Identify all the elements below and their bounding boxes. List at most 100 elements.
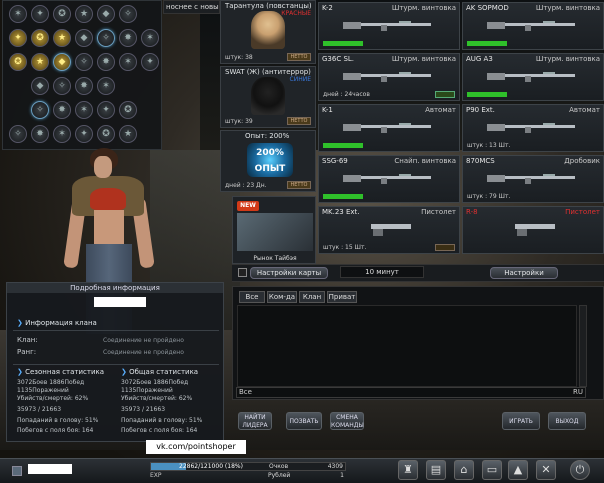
find-leader-button[interactable]: НАЙТИ ЛИДЕРА bbox=[238, 412, 272, 430]
weapon-card[interactable]: SSG-69 Снайп. винтовка bbox=[318, 155, 460, 203]
medal-icon[interactable]: ✶ bbox=[53, 125, 71, 143]
weapon-name: R-8 bbox=[466, 208, 478, 216]
rank-icon bbox=[12, 466, 22, 476]
xp-boost-card[interactable]: Опыт: 200% 200% ОПЫТ дней : 23 Дн. НЕТТО bbox=[220, 130, 316, 192]
play-button[interactable]: ИГРАТЬ bbox=[502, 412, 540, 430]
map-settings-checkbox[interactable] bbox=[238, 268, 247, 277]
character-price-button[interactable]: НЕТТО bbox=[287, 117, 311, 125]
medal-icon[interactable]: ✦ bbox=[141, 53, 159, 71]
season-games: 3072Боев 1886Побед bbox=[17, 379, 85, 386]
change-team-button[interactable]: СМЕНА КОМАНДЫ bbox=[330, 412, 364, 430]
total-stats-heading: ❯ Общая статистика bbox=[121, 368, 199, 376]
clan-info-heading: ❯ Информация клана bbox=[17, 319, 97, 327]
medal-icon[interactable]: ✦ bbox=[75, 125, 93, 143]
room-settings-button[interactable]: Настройки bbox=[490, 267, 558, 279]
weapon-card[interactable]: P90 Ext. Автомат штук : 13 Шт. bbox=[462, 104, 604, 152]
weapon-icon bbox=[343, 174, 431, 184]
medal-icon[interactable]: ✶ bbox=[9, 5, 27, 23]
medal-icon[interactable]: ◆ bbox=[53, 53, 71, 71]
medal-icon[interactable]: ★ bbox=[75, 5, 93, 23]
weapon-type: Штурм. винтовка bbox=[391, 55, 456, 63]
medal-icon[interactable]: ◆ bbox=[97, 5, 115, 23]
medal-icon[interactable]: ✶ bbox=[119, 53, 137, 71]
medal-icon[interactable]: ✦ bbox=[97, 101, 115, 119]
gift-icon[interactable]: ▲ bbox=[508, 460, 528, 480]
durability-bar bbox=[323, 41, 363, 46]
medal-icon[interactable]: ✸ bbox=[31, 125, 49, 143]
taipei-market-banner[interactable]: NEW Рынок Тайбэя bbox=[232, 196, 316, 264]
clan-icon[interactable]: ♜ bbox=[398, 460, 418, 480]
medal-icon[interactable]: ✧ bbox=[119, 5, 137, 23]
round-timer[interactable]: 10 минут bbox=[340, 266, 424, 278]
weapon-card[interactable]: 870MCS Дробовик штук : 79 Шт. bbox=[462, 155, 604, 203]
character-price-button[interactable]: НЕТТО bbox=[287, 53, 311, 61]
power-icon[interactable]: ⏻ bbox=[570, 460, 590, 480]
cart-icon[interactable]: ▭ bbox=[482, 460, 502, 480]
weapon-icon bbox=[487, 174, 575, 184]
market-image bbox=[237, 213, 313, 251]
xp-days: дней : 23 Дн. bbox=[225, 182, 267, 189]
weapon-card[interactable]: AK SOPMOD Штурм. винтовка bbox=[462, 2, 604, 50]
medal-icon[interactable]: ★ bbox=[31, 53, 49, 71]
medal-icon[interactable]: ✧ bbox=[9, 125, 27, 143]
chat-messages bbox=[237, 305, 577, 387]
medal-icon[interactable]: ✪ bbox=[9, 53, 27, 71]
character-card-swat[interactable]: SWAT (Ж) (антитеррор) СИНИЕ штук: 39 НЕТ… bbox=[220, 66, 316, 128]
medal-icon[interactable]: ✶ bbox=[97, 77, 115, 95]
medal-icon[interactable]: ★ bbox=[119, 125, 137, 143]
weapon-card[interactable]: K-1 Автомат bbox=[318, 104, 460, 152]
character-top bbox=[90, 188, 126, 210]
medal-icon[interactable]: ✶ bbox=[141, 29, 159, 47]
medal-icon[interactable]: ✪ bbox=[119, 101, 137, 119]
chat-input[interactable]: Все RU bbox=[236, 387, 586, 398]
medal-icon[interactable]: ✸ bbox=[75, 77, 93, 95]
medal-icon[interactable]: ✧ bbox=[53, 77, 71, 95]
market-title: Рынок Тайбэя bbox=[253, 255, 297, 262]
medal-icon[interactable]: ✧ bbox=[97, 29, 115, 47]
character-name: Тарантула (повстанцы) bbox=[225, 2, 312, 10]
map-settings-button[interactable]: Настройки карты bbox=[250, 267, 328, 279]
chat-tab-private[interactable]: Приват bbox=[327, 291, 357, 303]
medal-icon[interactable]: ✦ bbox=[9, 29, 27, 47]
currency-row: EXP Рублей 1 bbox=[150, 472, 346, 481]
character-name: SWAT (Ж) (антитеррор) bbox=[225, 68, 311, 76]
weapon-card[interactable]: AUG A3 Штурм. винтовка bbox=[462, 53, 604, 101]
medal-grid: ✶ ✦ ✪ ★ ◆ ✧ ✦ ✪ ★ ◆ ✧ ✸ ✶ ✪ ★ ◆ ✧ ✸ ✶ ✦ ◆ ✧ ✸ ✶ ✧ ✸ ✶ ✦ ✪ ✧ ✸ ✶ ✦ ✪ ★ bbox=[2, 0, 162, 150]
medal-icon[interactable]: ✸ bbox=[53, 101, 71, 119]
chat-panel: Все Ком-да Клан Приват bbox=[232, 286, 604, 400]
chat-tab-team[interactable]: Ком-да bbox=[267, 291, 297, 303]
inventory-icon[interactable]: ▤ bbox=[426, 460, 446, 480]
weapon-name: AUG A3 bbox=[466, 55, 493, 63]
settings-icon[interactable]: ✕ bbox=[536, 460, 556, 480]
total-headshots: Попаданий в голову: 51% bbox=[121, 417, 203, 424]
medal-icon[interactable]: ◆ bbox=[31, 77, 49, 95]
exit-button[interactable]: ВЫХОД bbox=[548, 412, 586, 430]
chat-tab-clan[interactable]: Клан bbox=[299, 291, 325, 303]
character-card-tarantula[interactable]: Тарантула (повстанцы) КРАСНЫЕ штук: 38 Н… bbox=[220, 0, 316, 64]
weapon-action-button[interactable] bbox=[435, 244, 455, 251]
medal-icon[interactable]: ✪ bbox=[53, 5, 71, 23]
medal-icon[interactable]: ✸ bbox=[97, 53, 115, 71]
medal-icon[interactable]: ✸ bbox=[119, 29, 137, 47]
medal-icon[interactable]: ✦ bbox=[31, 5, 49, 23]
weapon-name: SSG-69 bbox=[322, 157, 348, 165]
chat-scrollbar[interactable] bbox=[579, 305, 587, 387]
medal-icon[interactable]: ✪ bbox=[31, 29, 49, 47]
invite-button[interactable]: ПОЗВАТЬ bbox=[286, 412, 322, 430]
medal-icon[interactable]: ✶ bbox=[75, 101, 93, 119]
weapon-card[interactable]: R-8 Пистолет bbox=[462, 206, 604, 254]
medal-icon[interactable]: ★ bbox=[53, 29, 71, 47]
xp-price-button[interactable]: НЕТТО bbox=[287, 181, 311, 189]
weapon-card[interactable]: MK.23 Ext. Пистолет штук : 15 Шт. bbox=[318, 206, 460, 254]
weapon-name: K-2 bbox=[322, 4, 333, 12]
medal-icon[interactable]: ✧ bbox=[31, 101, 49, 119]
medal-icon[interactable]: ✧ bbox=[75, 53, 93, 71]
medal-icon[interactable]: ◆ bbox=[75, 29, 93, 47]
shop-icon[interactable]: ⌂ bbox=[454, 460, 474, 480]
xp-bar: 22862/121000 (18%) Очков 4309 bbox=[150, 462, 346, 471]
weapon-card[interactable]: K-2 Штурм. винтовка bbox=[318, 2, 460, 50]
weapon-action-button[interactable] bbox=[435, 91, 455, 98]
chat-tab-all[interactable]: Все bbox=[239, 291, 265, 303]
medal-icon[interactable]: ✪ bbox=[97, 125, 115, 143]
weapon-card[interactable]: G36C SL. Штурм. винтовка дней : 24часов bbox=[318, 53, 460, 101]
